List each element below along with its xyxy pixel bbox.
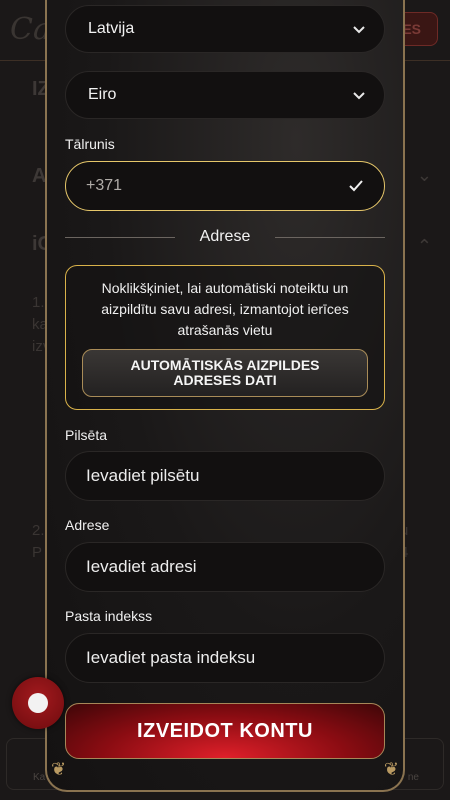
city-label: Pilsēta [65,427,108,443]
address-field[interactable]: Ievadiet adresi [65,542,385,592]
currency-select-value: Eiro [88,86,117,103]
ornament-corner-icon: ❦ [383,759,399,779]
address-label: Adrese [65,517,110,533]
autofill-address-box: Noklikšķiniet, lai automātiski noteiktu … [65,265,385,410]
phone-field-value: +371 [86,177,123,194]
autofill-description: Noklikšķiniet, lai automātiski noteiktu … [101,280,349,338]
autofill-address-button[interactable]: AUTOMĀTISKĀS AIZPILDES ADRESES DATI [82,349,368,397]
country-select-value: Latvija [88,20,135,37]
background-text: 2. P [32,522,45,561]
city-field-placeholder: Ievadiet pilsētu [86,466,200,485]
chevron-down-icon [353,92,365,100]
ornament-corner-icon: ❦ [51,759,67,779]
postal-code-field[interactable]: Ievadiet pasta indeksu [65,633,385,683]
phone-label: Tālrunis [65,136,115,152]
postal-code-field-placeholder: Ievadiet pasta indeksu [86,648,256,667]
phone-field[interactable]: +371 [65,161,385,211]
address-field-placeholder: Ievadiet adresi [86,557,197,576]
chevron-up-icon: ⌃ [416,236,432,256]
country-select[interactable]: Latvija [65,5,385,53]
currency-select[interactable]: Eiro [65,71,385,119]
postal-label: Pasta indekss [65,608,153,624]
checkmark-icon [349,180,363,192]
chat-icon [28,693,48,713]
chevron-down-icon [353,26,365,34]
chevron-down-icon: ⌄ [416,165,432,185]
city-field[interactable]: Ievadiet pilsētu [65,451,385,501]
live-chat-button[interactable] [12,677,64,729]
address-section-divider: Adrese [65,228,385,248]
create-account-button[interactable]: IZVEIDOT KONTU [65,703,385,759]
